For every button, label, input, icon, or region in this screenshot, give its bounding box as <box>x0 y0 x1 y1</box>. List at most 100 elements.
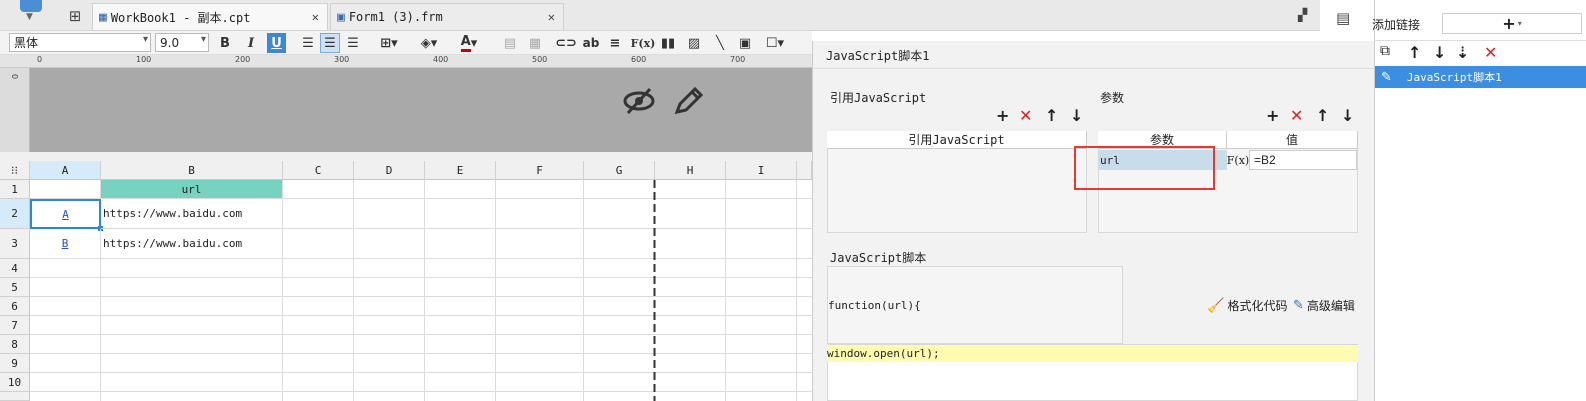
params-section-label: 参数 <box>1100 91 1125 105</box>
copy-icon[interactable]: ⧉ <box>1380 43 1390 59</box>
merge-cells-icon[interactable]: ▤ <box>500 33 520 53</box>
slash-icon[interactable]: ╲ <box>710 33 730 53</box>
code-line-text: window.open(url); <box>827 347 940 360</box>
chevron-down-icon: ▾ <box>1517 19 1522 28</box>
border-icon[interactable]: ⊞▾ <box>375 33 403 53</box>
ruler-mark: 700 <box>730 55 746 64</box>
row-header-3[interactable]: 3 <box>0 229 30 259</box>
script-section-label: JavaScript脚本 <box>830 251 927 265</box>
arrow-up-icon[interactable]: ↑ <box>1408 43 1421 62</box>
corner-select-all[interactable]: ⁝⁝ <box>0 161 30 180</box>
right-divider <box>1374 40 1586 41</box>
add-icon[interactable]: + <box>996 106 1009 125</box>
row-header-1[interactable]: 1 <box>0 180 30 199</box>
cell-b1[interactable]: url <box>101 180 283 199</box>
tab-workbook[interactable]: ▦ WorkBook1 - 副本.cpt ✕ <box>92 3 328 30</box>
cell-b3[interactable]: https://www.baidu.com <box>101 229 283 259</box>
add-icon[interactable]: + <box>1266 106 1279 125</box>
add-icon: + <box>1502 14 1516 33</box>
row-header-7[interactable]: 7 <box>0 316 30 335</box>
advanced-edit-button[interactable]: ✎ 高级编辑 <box>1293 297 1355 314</box>
cell-b2[interactable]: https://www.baidu.com <box>101 199 283 229</box>
arrow-up-icon[interactable]: ↑ <box>1316 106 1329 125</box>
cell-a3[interactable]: B <box>30 229 101 259</box>
cell-a2-selected[interactable]: A <box>30 199 101 229</box>
arrow-down-icon[interactable]: ↓ <box>1070 106 1083 125</box>
row-header-5[interactable]: 5 <box>0 278 30 297</box>
delete-icon[interactable]: ✕ <box>1019 106 1032 125</box>
row-header-10[interactable]: 10 <box>0 373 30 392</box>
delete-icon[interactable]: ✕ <box>1290 106 1303 125</box>
title-divider <box>812 68 1374 69</box>
column-header-a[interactable]: A <box>30 161 101 180</box>
italic-button[interactable]: I <box>242 33 260 53</box>
ruler-mark: 400 <box>433 55 449 64</box>
column-header-e[interactable]: E <box>425 161 496 180</box>
text-button[interactable]: ab <box>582 33 600 53</box>
underline-button[interactable]: U <box>267 33 286 53</box>
dialog-title: JavaScript脚本1 <box>826 49 930 63</box>
pencil-icon: ✎ <box>1381 69 1392 85</box>
font-size-value: 9.0 <box>160 35 180 50</box>
grid-icon[interactable]: ⊞ <box>66 7 84 25</box>
font-size-select[interactable]: 9.0 ▾ <box>155 33 209 52</box>
chevron-down-icon[interactable]: ▼ <box>26 12 33 22</box>
row-header-11[interactable] <box>0 392 30 401</box>
sort-down-icon[interactable]: ⇣ <box>1456 43 1469 62</box>
param-value-input[interactable]: =B2 <box>1249 150 1357 170</box>
formula-button[interactable]: F(x) <box>631 33 656 53</box>
param-formula-button[interactable]: F(x) <box>1227 150 1249 170</box>
bold-button[interactable]: B <box>216 33 234 53</box>
ruler <box>0 55 812 68</box>
column-header-extra[interactable] <box>797 161 812 180</box>
arrow-down-icon[interactable]: ↓ <box>1341 106 1354 125</box>
cell-a2-link[interactable]: A <box>62 208 69 221</box>
cell-a3-link[interactable]: B <box>62 237 69 250</box>
add-link-dropdown[interactable]: + ▾ <box>1442 13 1582 34</box>
link-list-item-selected[interactable]: ✎ JavaScript脚本1 <box>1375 66 1586 88</box>
column-header-h[interactable]: H <box>655 161 726 180</box>
vertical-ruler-mark: 0 <box>10 73 20 80</box>
column-header-d[interactable]: D <box>354 161 425 180</box>
font-color-icon[interactable]: A ▾ <box>452 33 486 53</box>
align-center-icon[interactable]: ☰ <box>320 33 340 53</box>
link-icon[interactable]: ⊂⊃ <box>555 33 577 53</box>
image-icon[interactable]: ▨ <box>684 33 704 53</box>
row-header-2[interactable]: 2 <box>0 199 30 229</box>
column-header-f[interactable]: F <box>496 161 584 180</box>
arrow-down-icon[interactable]: ↓ <box>1433 43 1446 62</box>
split-cells-icon[interactable]: ▦ <box>525 33 545 53</box>
pencil-icon[interactable] <box>673 86 705 116</box>
column-header-g[interactable]: G <box>584 161 655 180</box>
close-icon[interactable]: ✕ <box>548 10 555 24</box>
format-code-button[interactable]: 🧹 格式化代码 <box>1207 297 1287 314</box>
column-header-i[interactable]: I <box>726 161 797 180</box>
align-right-icon[interactable]: ☰ <box>343 33 363 53</box>
vertical-ruler <box>0 68 30 152</box>
row-header-4[interactable]: 4 <box>0 259 30 278</box>
font-family-select[interactable]: 黑体 ▾ <box>9 33 151 52</box>
column-header-b[interactable]: B <box>101 161 283 180</box>
tab-form[interactable]: ▣ Form1 (3).frm ✕ <box>330 3 564 30</box>
align-left-icon[interactable]: ☰ <box>298 33 318 53</box>
column-header-c[interactable]: C <box>283 161 354 180</box>
fill-color-icon[interactable]: ◈▾ <box>414 33 444 53</box>
eye-off-icon[interactable] <box>622 86 656 116</box>
arrow-up-icon[interactable]: ↑ <box>1045 106 1058 125</box>
app-logo-icon[interactable] <box>20 0 42 12</box>
format-code-label: 格式化代码 <box>1227 299 1288 313</box>
tab-menu-icon[interactable]: ▞ <box>1298 8 1307 22</box>
widget-icon[interactable]: ▣ <box>736 33 754 53</box>
chart-icon[interactable]: ▮▮ <box>658 33 678 53</box>
right-toolbar-icon[interactable]: ▤ <box>1336 9 1354 27</box>
row-header-9[interactable]: 9 <box>0 354 30 373</box>
row-header-8[interactable]: 8 <box>0 335 30 354</box>
close-icon[interactable]: ✕ <box>312 10 319 24</box>
delete-icon[interactable]: ✕ <box>1484 43 1497 62</box>
chevron-down-icon: ▾ <box>200 34 206 45</box>
cell-b1-text: url <box>181 182 202 196</box>
paragraph-icon[interactable]: ≡ <box>606 33 624 53</box>
params-header-value: 值 <box>1227 131 1358 149</box>
row-header-6[interactable]: 6 <box>0 297 30 316</box>
frame-icon[interactable]: ☐▾ <box>760 33 790 53</box>
